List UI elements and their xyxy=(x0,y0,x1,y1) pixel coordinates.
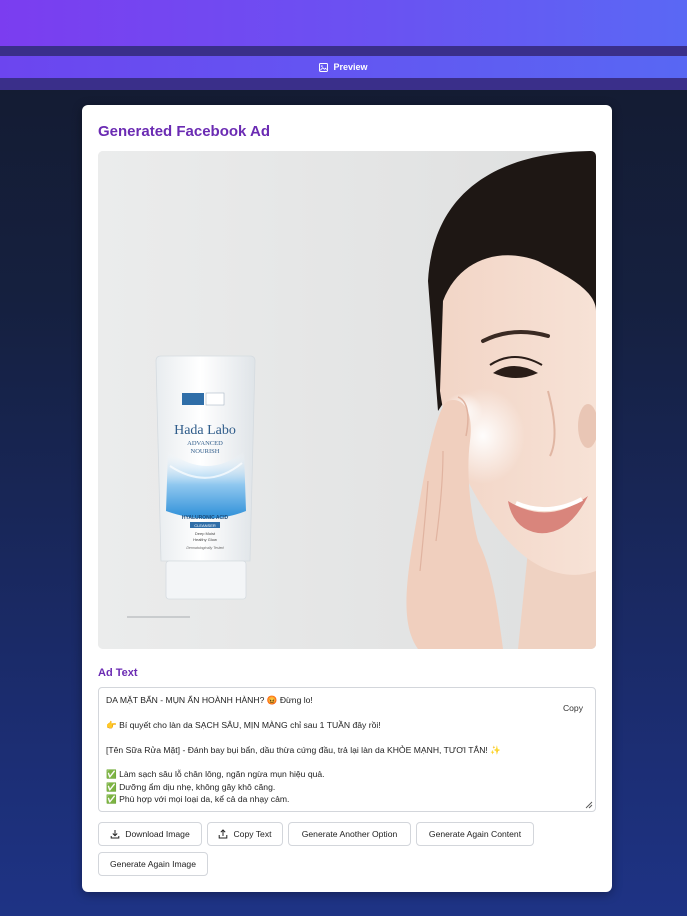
header-divider xyxy=(0,46,687,56)
preview-label: Preview xyxy=(333,62,368,72)
copy-text-label: Copy Text xyxy=(233,829,272,839)
product-line2-text: NOURISH xyxy=(191,448,220,455)
ad-text-line: ✅ Dưỡng ẩm dịu nhẹ, không gây khô căng. xyxy=(106,781,276,792)
ad-image: Hada Labo ADVANCED NOURISH HYALURONIC AC… xyxy=(98,151,596,649)
resize-handle-icon[interactable] xyxy=(585,801,593,809)
product-brand-text: Hada Labo xyxy=(174,423,236,438)
ad-text-line xyxy=(106,706,556,718)
ad-text-line: 👉 Bí quyết cho làn da SẠCH SÂU, MỊN MÀNG… xyxy=(106,719,381,730)
ad-text-label: Ad Text xyxy=(98,667,138,679)
image-icon xyxy=(319,62,329,72)
generate-again-content-button[interactable]: Generate Again Content xyxy=(416,822,534,846)
copy-inline-button[interactable]: Copy xyxy=(563,703,583,713)
preview-tab[interactable]: Preview xyxy=(0,56,687,78)
ad-result-card: Generated Facebook Ad Hada Labo ADVANCED… xyxy=(82,105,612,892)
generate-again-content-label: Generate Again Content xyxy=(428,829,522,839)
copy-text-button[interactable]: Copy Text xyxy=(207,822,283,846)
generate-another-option-button[interactable]: Generate Another Option xyxy=(288,822,411,846)
product-desc1-text: Deep Moist xyxy=(195,531,216,536)
share-icon xyxy=(219,829,228,839)
generate-another-option-label: Generate Another Option xyxy=(301,829,398,839)
ad-text-line: ✅ Phù hợp với mọi loại da, kể cả da nhạy… xyxy=(106,794,290,805)
ad-text-line: ✅ Làm sạch sâu lỗ chân lông, ngăn ngừa m… xyxy=(106,769,325,780)
ad-text-line: [Tên Sữa Rửa Mặt] - Đánh bay bụi bẩn, dầ… xyxy=(106,744,501,755)
product-type-text: CLEANSER xyxy=(194,523,216,528)
product-claim-text: Dermatologically Tested xyxy=(186,546,224,550)
app-header-bar xyxy=(0,0,687,46)
generate-again-image-label: Generate Again Image xyxy=(110,859,196,869)
product-desc2-text: Healthy Glow xyxy=(193,537,217,542)
card-title: Generated Facebook Ad xyxy=(98,123,270,140)
ad-text-line xyxy=(106,731,556,743)
ad-text-textarea[interactable]: DA MẶT BẨN - MỤN ẨN HOÀNH HÀNH? 😡 Đừng l… xyxy=(98,687,596,812)
product-line1-text: ADVANCED xyxy=(187,440,223,447)
download-image-label: Download Image xyxy=(125,829,190,839)
generate-again-image-button[interactable]: Generate Again Image xyxy=(98,852,208,876)
ad-text-content[interactable]: DA MẶT BẨN - MỤN ẨN HOÀNH HÀNH? 😡 Đừng l… xyxy=(106,694,556,806)
ad-text-line xyxy=(106,756,556,768)
ad-text-line: DA MẶT BẨN - MỤN ẨN HOÀNH HÀNH? 😡 Đừng l… xyxy=(106,695,313,705)
product-ingredient-text: HYALURONIC ACID xyxy=(182,515,229,521)
preview-divider xyxy=(0,78,687,90)
download-image-button[interactable]: Download Image xyxy=(98,822,202,846)
download-icon xyxy=(110,830,120,839)
